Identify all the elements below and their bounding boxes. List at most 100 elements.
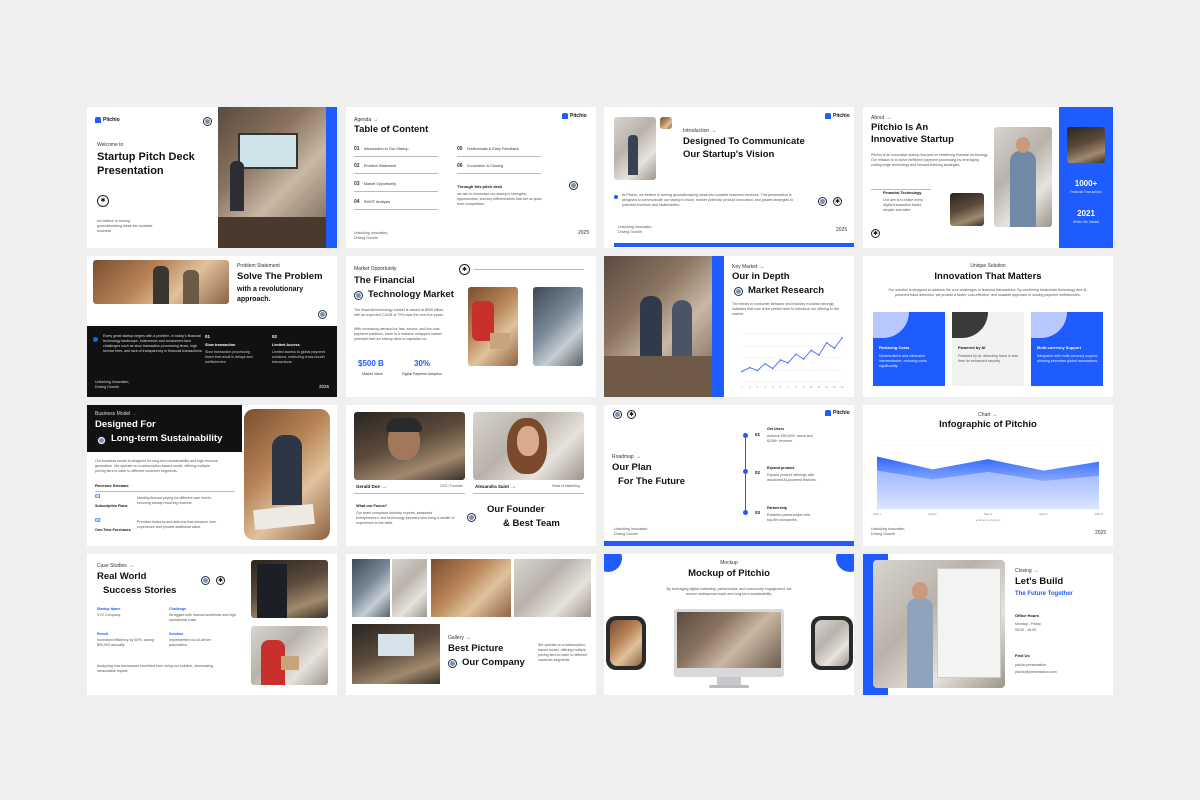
asterisk-icon: ✱ <box>216 576 225 585</box>
revenue-1-num: 01 <box>95 494 101 500</box>
footer-tagline: Unlocking Innovation, Driving Growth <box>354 231 389 240</box>
data-point <box>802 358 805 360</box>
slide-4-about[interactable]: About → Pitchio Is An Innovative Startup… <box>863 107 1113 248</box>
slide-10-team[interactable]: Gerald Doe → CEO / Founder Alexandra Sai… <box>346 405 596 546</box>
market-body-2: With increasing demand for fast, secure,… <box>354 327 442 341</box>
suit-figure <box>257 564 287 618</box>
divider <box>871 189 931 190</box>
card-3-body: Integrated with multi-currency support, … <box>1037 354 1099 363</box>
business-dark-header: Business Model → Designed For Long-term … <box>87 405 242 452</box>
slide-7-research[interactable]: Key Market → Our in Depth Market Researc… <box>604 256 854 397</box>
x-tick-label: 1 <box>741 385 743 389</box>
person-figure <box>153 266 169 304</box>
footer-year: 2025 <box>1095 530 1107 536</box>
point-1-title: Slow transaction <box>205 343 236 347</box>
globe-icon <box>97 436 106 445</box>
slide-15-mockup[interactable]: Mockup Mockup of Pitchio By leveraging d… <box>604 554 854 695</box>
data-point <box>795 353 797 355</box>
slide-12-chart[interactable]: Chart → Infographic of Pitchio Data 1 Dat… <box>863 405 1113 546</box>
founder-2-face <box>517 426 539 456</box>
data-point <box>764 362 766 365</box>
divider <box>95 491 235 492</box>
divider <box>354 173 438 174</box>
slide-2-agenda[interactable]: Agenda → Table of Content Pitchio 01 Int… <box>346 107 596 248</box>
logo-icon <box>95 117 101 123</box>
meeting-photo <box>244 409 330 540</box>
case-label-2: Challenge <box>169 607 187 611</box>
find-us-label: Find Us <box>1015 653 1030 658</box>
slide-1-title[interactable]: Pitchio Welcome to Startup Pitch Deck Pr… <box>87 107 337 248</box>
x-tick-label: 8 <box>795 385 797 389</box>
agenda-item[interactable]: 02 Problem Statement <box>354 163 396 170</box>
case-kicker: Case Studies → <box>97 563 135 569</box>
slide-8-innovation[interactable]: Unique Solution Innovation That Matters … <box>863 256 1113 397</box>
founder-1-name: Gerald Doe → <box>356 484 388 490</box>
agenda-item[interactable]: 05 Testimonials & Early Feedback <box>457 146 519 153</box>
case-body: Analyzing how businesses benefited from … <box>97 664 214 673</box>
about-kicker: About → <box>871 115 892 121</box>
revenue-2-title: One-Time Purchases <box>95 528 131 532</box>
person-figure <box>640 296 662 356</box>
x-tick-label: 6 <box>780 385 782 389</box>
watch-right <box>811 616 853 670</box>
stat-1-label: Market Value <box>362 372 383 376</box>
brand-name: Pitchio <box>570 113 587 119</box>
brand-name: Pitchio <box>103 117 120 123</box>
footer-tagline: Unlocking Innovation, Driving Growth <box>95 380 130 389</box>
brand-logo: Pitchio <box>562 113 587 119</box>
workspace-photo <box>1067 127 1105 163</box>
slide-5-problem[interactable]: Problem Statement Solve The Problem with… <box>87 256 337 397</box>
divider <box>354 156 438 157</box>
agenda-item[interactable]: 04 SWOT Analysis <box>354 199 390 206</box>
presenter-photo <box>218 107 326 248</box>
table <box>604 356 712 397</box>
slide-14-gallery[interactable]: Gallery → Best Picture Our Company We op… <box>346 554 596 695</box>
divider <box>473 493 584 494</box>
gallery-photo-1 <box>352 559 390 617</box>
feature-card-3: Multi-currency Support Integrated with m… <box>1031 312 1103 386</box>
timeline-line <box>745 433 746 515</box>
slide-9-business-model[interactable]: Business Model → Designed For Long-term … <box>87 405 337 546</box>
team-title-line-1: Our Founder <box>487 504 545 515</box>
slide-1-title-line-1: Startup Pitch Deck <box>97 151 195 163</box>
step-3-title: Partnership <box>767 506 787 510</box>
email-link[interactable]: pitchio@presentation.com <box>1015 670 1057 675</box>
website-link[interactable]: pitchio.presentation <box>1015 663 1046 668</box>
x-tick-label: 9 <box>803 385 805 389</box>
logo-icon <box>825 410 831 416</box>
meeting-photo <box>604 256 712 397</box>
agenda-item[interactable]: 01 Introduction to Our Startup <box>354 146 408 153</box>
data-point <box>771 367 774 370</box>
agenda-item[interactable]: 03 Market Opportunity <box>354 181 396 188</box>
revenue-1-body: Monthly/Annual pricing for different use… <box>137 496 212 505</box>
globe-icon <box>613 410 622 419</box>
table <box>218 217 326 248</box>
founder-photo <box>994 127 1052 227</box>
x-tick-label: 4 <box>764 385 766 389</box>
slide-16-closing[interactable]: Closing → Let's Build The Future Togethe… <box>863 554 1113 695</box>
asterisk-icon: ✱ <box>459 264 470 275</box>
data-point <box>787 362 789 364</box>
slide-11-roadmap[interactable]: ✱ Pitchio Roadmap → Our Plan For The Fut… <box>604 405 854 546</box>
agenda-item[interactable]: 06 Conclusion & Closing <box>457 163 503 170</box>
whiteboard <box>937 568 1001 678</box>
card-1-title: Reducing Costs <box>879 345 910 350</box>
slide-3-introduction[interactable]: Introduction → Designed To Communicate O… <box>604 107 854 248</box>
monitor <box>674 609 784 677</box>
about-title-line-1: Pitchio Is An <box>871 122 929 133</box>
point-2-body: Limited access to global payment solutio… <box>272 350 326 364</box>
team-title-line-2: & Best Team <box>503 518 560 529</box>
chart-kicker: Chart → <box>978 412 998 418</box>
data-point <box>779 359 782 361</box>
closing-title-line-2: The Future Together <box>1015 591 1073 597</box>
slide-13-case-studies[interactable]: Case Studies → Real World Success Storie… <box>87 554 337 695</box>
office-hours-label: Office Hours <box>1015 613 1040 618</box>
market-title-line-2: Technology Market <box>368 289 454 300</box>
market-title-line-1: The Financial <box>354 275 415 286</box>
footer-year: 2025 <box>319 384 330 389</box>
data-point <box>841 337 843 339</box>
globe-icon <box>818 197 827 206</box>
slide-6-market[interactable]: Market Opportunity ✱ The Financial Techn… <box>346 256 596 397</box>
x-tick-label: Data 2 <box>928 512 937 516</box>
x-tick-label: Data 1 <box>873 512 882 516</box>
